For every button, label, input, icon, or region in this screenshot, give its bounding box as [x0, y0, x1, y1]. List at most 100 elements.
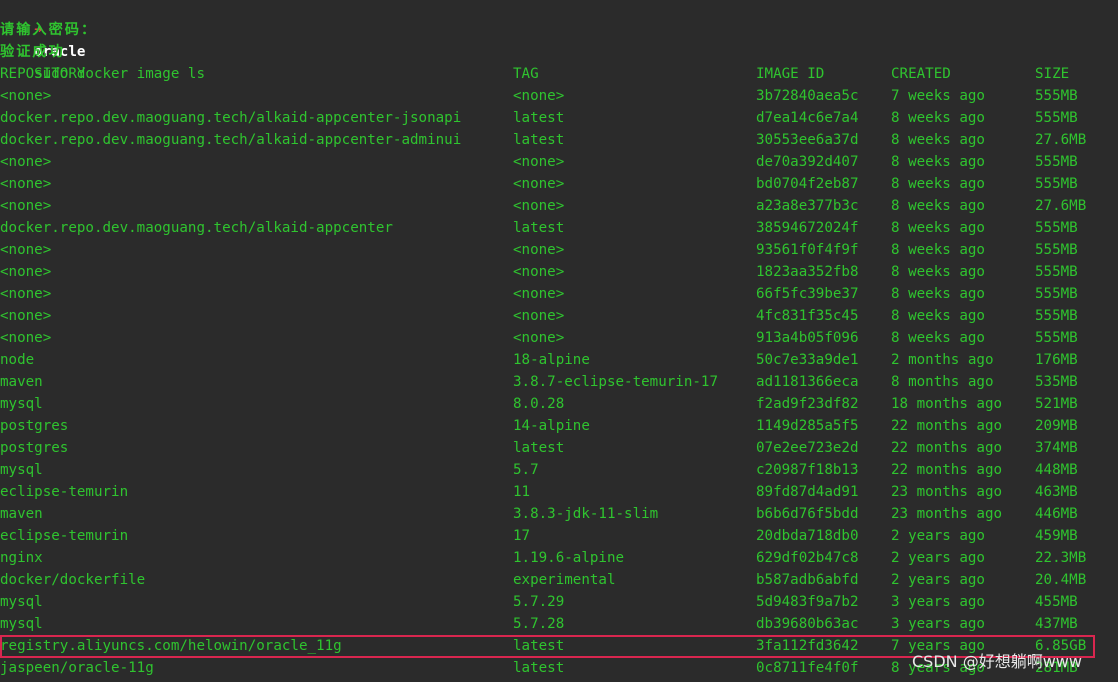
row-repository: mysql — [0, 462, 43, 478]
row-image-id: 20dbda718db0 — [756, 528, 859, 544]
command-line: ➜ oracle sudo docker image ls — [0, 0, 205, 82]
row-size: 555MB — [1035, 242, 1078, 258]
table-row: nginx 1.19.6-alpine 629df02b47c8 2 years ag… — [0, 547, 1118, 569]
table-row: <none> <none> 4fc831f35c45 8 weeks ago 555MB — [0, 305, 1118, 327]
header-tag: TAG — [513, 66, 539, 82]
table-row: mysql 8.0.28 f2ad9f23df82 18 months ago 521M… — [0, 393, 1118, 415]
row-image-id: 0c8711fe4f0f — [756, 660, 859, 676]
table-row: docker.repo.dev.maoguang.tech/alkaid-app… — [0, 107, 1118, 129]
row-repository: node — [0, 352, 35, 368]
table-row: <none> <none> de70a392d407 8 weeks ago 555MB — [0, 151, 1118, 173]
row-tag: 11 — [513, 484, 531, 500]
row-repository: mysql — [0, 616, 43, 632]
row-repository: eclipse-temurin — [0, 528, 129, 544]
row-size: 459MB — [1035, 528, 1078, 544]
row-tag: <none> — [513, 198, 565, 214]
row-tag: 3.8.3-jdk-11-slim — [513, 506, 659, 522]
row-size: 555MB — [1035, 110, 1078, 126]
row-created: 3 years ago — [891, 594, 985, 610]
row-created: 8 weeks ago — [891, 330, 985, 346]
row-repository: nginx — [0, 550, 43, 566]
row-created: 7 weeks ago — [891, 88, 985, 104]
row-size: 463MB — [1035, 484, 1078, 500]
terminal-window[interactable]: ➜ oracle sudo docker image ls 请输入密码： 验证成… — [0, 0, 1118, 682]
row-tag: <none> — [513, 330, 565, 346]
row-image-id: 07e2ee723e2d — [756, 440, 859, 456]
row-image-id: b6b6d76f5bdd — [756, 506, 859, 522]
row-repository: <none> — [0, 264, 52, 280]
row-size: 27.6MB — [1035, 198, 1087, 214]
table-row: docker.repo.dev.maoguang.tech/alkaid-app… — [0, 129, 1118, 151]
row-image-id: d7ea14c6e7a4 — [756, 110, 859, 126]
row-repository: <none> — [0, 176, 52, 192]
row-repository: postgres — [0, 418, 69, 434]
row-repository: maven — [0, 506, 43, 522]
row-image-id: 1149d285a5f5 — [756, 418, 859, 434]
row-size: 446MB — [1035, 506, 1078, 522]
table-row: postgres latest 07e2ee723e2d 22 months ago 3… — [0, 437, 1118, 459]
table-row: mysql 5.7.29 5d9483f9a7b2 3 years ago 455MB — [0, 591, 1118, 613]
table-row: <none> <none> bd0704f2eb87 8 weeks ago 555MB — [0, 173, 1118, 195]
row-image-id: 50c7e33a9de1 — [756, 352, 859, 368]
row-tag: latest — [513, 440, 565, 456]
watermark: CSDN @好想躺啊www — [912, 652, 1082, 671]
row-repository: docker.repo.dev.maoguang.tech/alkaid-app… — [0, 110, 462, 126]
row-tag: latest — [513, 132, 565, 148]
row-image-id: 93561f0f4f9f — [756, 242, 859, 258]
row-created: 8 weeks ago — [891, 220, 985, 236]
row-created: 8 weeks ago — [891, 264, 985, 280]
row-created: 23 months ago — [891, 484, 1003, 500]
row-repository: jaspeen/oracle-11g — [0, 660, 154, 676]
row-created: 8 weeks ago — [891, 176, 985, 192]
row-repository: maven — [0, 374, 43, 390]
row-tag: 1.19.6-alpine — [513, 550, 625, 566]
row-created: 18 months ago — [891, 396, 1003, 412]
header-created: CREATED — [891, 66, 951, 82]
row-tag: <none> — [513, 176, 565, 192]
row-size: 521MB — [1035, 396, 1078, 412]
row-tag: 3.8.7-eclipse-temurin-17 — [513, 374, 718, 390]
row-repository: <none> — [0, 330, 52, 346]
header-image-id: IMAGE ID — [756, 66, 825, 82]
row-created: 22 months ago — [891, 440, 1003, 456]
row-size: 555MB — [1035, 308, 1078, 324]
row-tag: 5.7 — [513, 462, 539, 478]
password-prompt: 请输入密码： — [0, 22, 98, 38]
row-created: 3 years ago — [891, 616, 985, 632]
row-size: 555MB — [1035, 176, 1078, 192]
row-repository: docker.repo.dev.maoguang.tech/alkaid-app… — [0, 220, 393, 236]
row-size: 27.6MB — [1035, 132, 1087, 148]
row-repository: postgres — [0, 440, 69, 456]
row-repository: mysql — [0, 396, 43, 412]
table-row: eclipse-temurin 11 89fd87d4ad91 23 months a… — [0, 481, 1118, 503]
row-tag: <none> — [513, 88, 565, 104]
table-row: mysql 5.7 c20987f18b13 22 months ago 448MB — [0, 459, 1118, 481]
row-image-id: 629df02b47c8 — [756, 550, 859, 566]
row-image-id: bd0704f2eb87 — [756, 176, 859, 192]
row-repository: <none> — [0, 154, 52, 170]
header-repository: REPOSITORY — [0, 66, 86, 82]
row-repository: docker/dockerfile — [0, 572, 146, 588]
table-row: maven 3.8.3-jdk-11-slim b6b6d76f5bdd 23 mon… — [0, 503, 1118, 525]
table-row: docker.repo.dev.maoguang.tech/alkaid-app… — [0, 217, 1118, 239]
table-row: eclipse-temurin 17 20dbda718db0 2 years ago… — [0, 525, 1118, 547]
row-size: 555MB — [1035, 88, 1078, 104]
row-tag: <none> — [513, 242, 565, 258]
table-row: <none> <none> 66f5fc39be37 8 weeks ago 555MB — [0, 283, 1118, 305]
row-size: 555MB — [1035, 220, 1078, 236]
row-created: 8 weeks ago — [891, 308, 985, 324]
table-header: REPOSITORY TAG IMAGE ID CREATED SIZE — [0, 63, 1118, 85]
row-created: 8 weeks ago — [891, 242, 985, 258]
row-created: 8 months ago — [891, 374, 994, 390]
row-repository: <none> — [0, 308, 52, 324]
row-repository: <none> — [0, 286, 52, 302]
row-image-id: de70a392d407 — [756, 154, 859, 170]
row-tag: 17 — [513, 528, 531, 544]
row-created: 8 weeks ago — [891, 110, 985, 126]
row-tag: experimental — [513, 572, 616, 588]
row-created: 22 months ago — [891, 462, 1003, 478]
row-image-id: 66f5fc39be37 — [756, 286, 859, 302]
row-tag: <none> — [513, 308, 565, 324]
table-row: <none> <none> 913a4b05f096 8 weeks ago 555MB — [0, 327, 1118, 349]
table-row: <none> <none> a23a8e377b3c 8 weeks ago 27.6M… — [0, 195, 1118, 217]
